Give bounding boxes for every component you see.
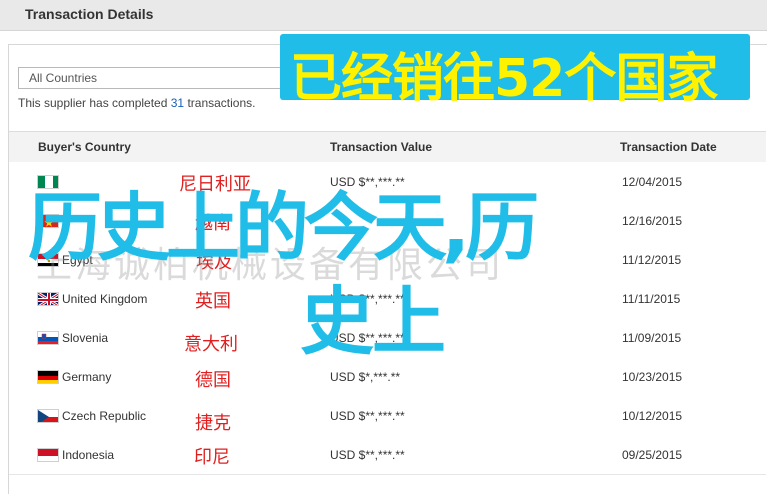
row-value: USD $**,***.** — [330, 448, 405, 462]
country-filter-value: All Countries — [29, 71, 98, 85]
slovenia-flag-icon — [37, 331, 59, 345]
uk-flag-icon — [37, 292, 59, 306]
row-country-overlay: 德国 — [195, 370, 231, 390]
row-date: 10/12/2015 — [622, 409, 683, 423]
big-overlay-line-2: 史上 — [300, 279, 446, 365]
countries-banner: 已经销往52个国家 — [280, 34, 750, 109]
row-country: United Kingdom — [62, 292, 148, 306]
row-country-overlay: 意大利 — [184, 334, 238, 354]
table-row: Indonesia USD $**,***.** 09/25/2015 印尼 — [9, 435, 766, 475]
summary-count: 31 — [170, 96, 185, 110]
row-date: 10/23/2015 — [622, 370, 683, 384]
column-header-country: Buyer's Country — [38, 140, 131, 154]
row-country-overlay: 英国 — [195, 291, 231, 311]
column-header-date: Transaction Date — [620, 140, 717, 154]
row-date: 12/04/2015 — [622, 175, 683, 189]
row-country-overlay: 印尼 — [194, 447, 230, 467]
table-row: Czech Republic USD $**,***.** 10/12/2015… — [9, 396, 766, 436]
row-country-overlay: 捷克 — [195, 413, 231, 433]
row-date: 09/25/2015 — [622, 448, 683, 462]
countries-banner-text: 已经销往52个国家 — [290, 49, 718, 109]
row-country: Czech Republic — [62, 409, 147, 423]
big-overlay-line-1: 历史上的今天,历 — [28, 185, 539, 271]
summary-prefix: This supplier has completed — [18, 96, 171, 110]
row-value: USD $**,***.** — [330, 409, 405, 423]
row-value: USD $*,***.** — [330, 370, 401, 384]
page-title: Transaction Details — [25, 6, 154, 22]
row-country: Indonesia — [62, 448, 115, 462]
column-header-value: Transaction Value — [330, 140, 433, 154]
germany-flag-icon — [37, 370, 59, 384]
row-date: 11/09/2015 — [622, 331, 682, 345]
row-date: 11/12/2015 — [622, 253, 682, 267]
row-date: 12/16/2015 — [622, 214, 683, 228]
transaction-summary: This supplier has completed 31 transacti… — [18, 96, 255, 110]
window-header: Transaction Details — [0, 0, 767, 31]
summary-suffix: transactions. — [184, 96, 256, 110]
czech-flag-icon — [37, 409, 59, 423]
row-date: 11/11/2015 — [622, 292, 681, 306]
row-country: Germany — [62, 370, 112, 384]
table-header: Buyer's Country Transaction Value Transa… — [9, 131, 766, 163]
indonesia-flag-icon — [37, 448, 59, 462]
row-country: Slovenia — [62, 331, 109, 345]
